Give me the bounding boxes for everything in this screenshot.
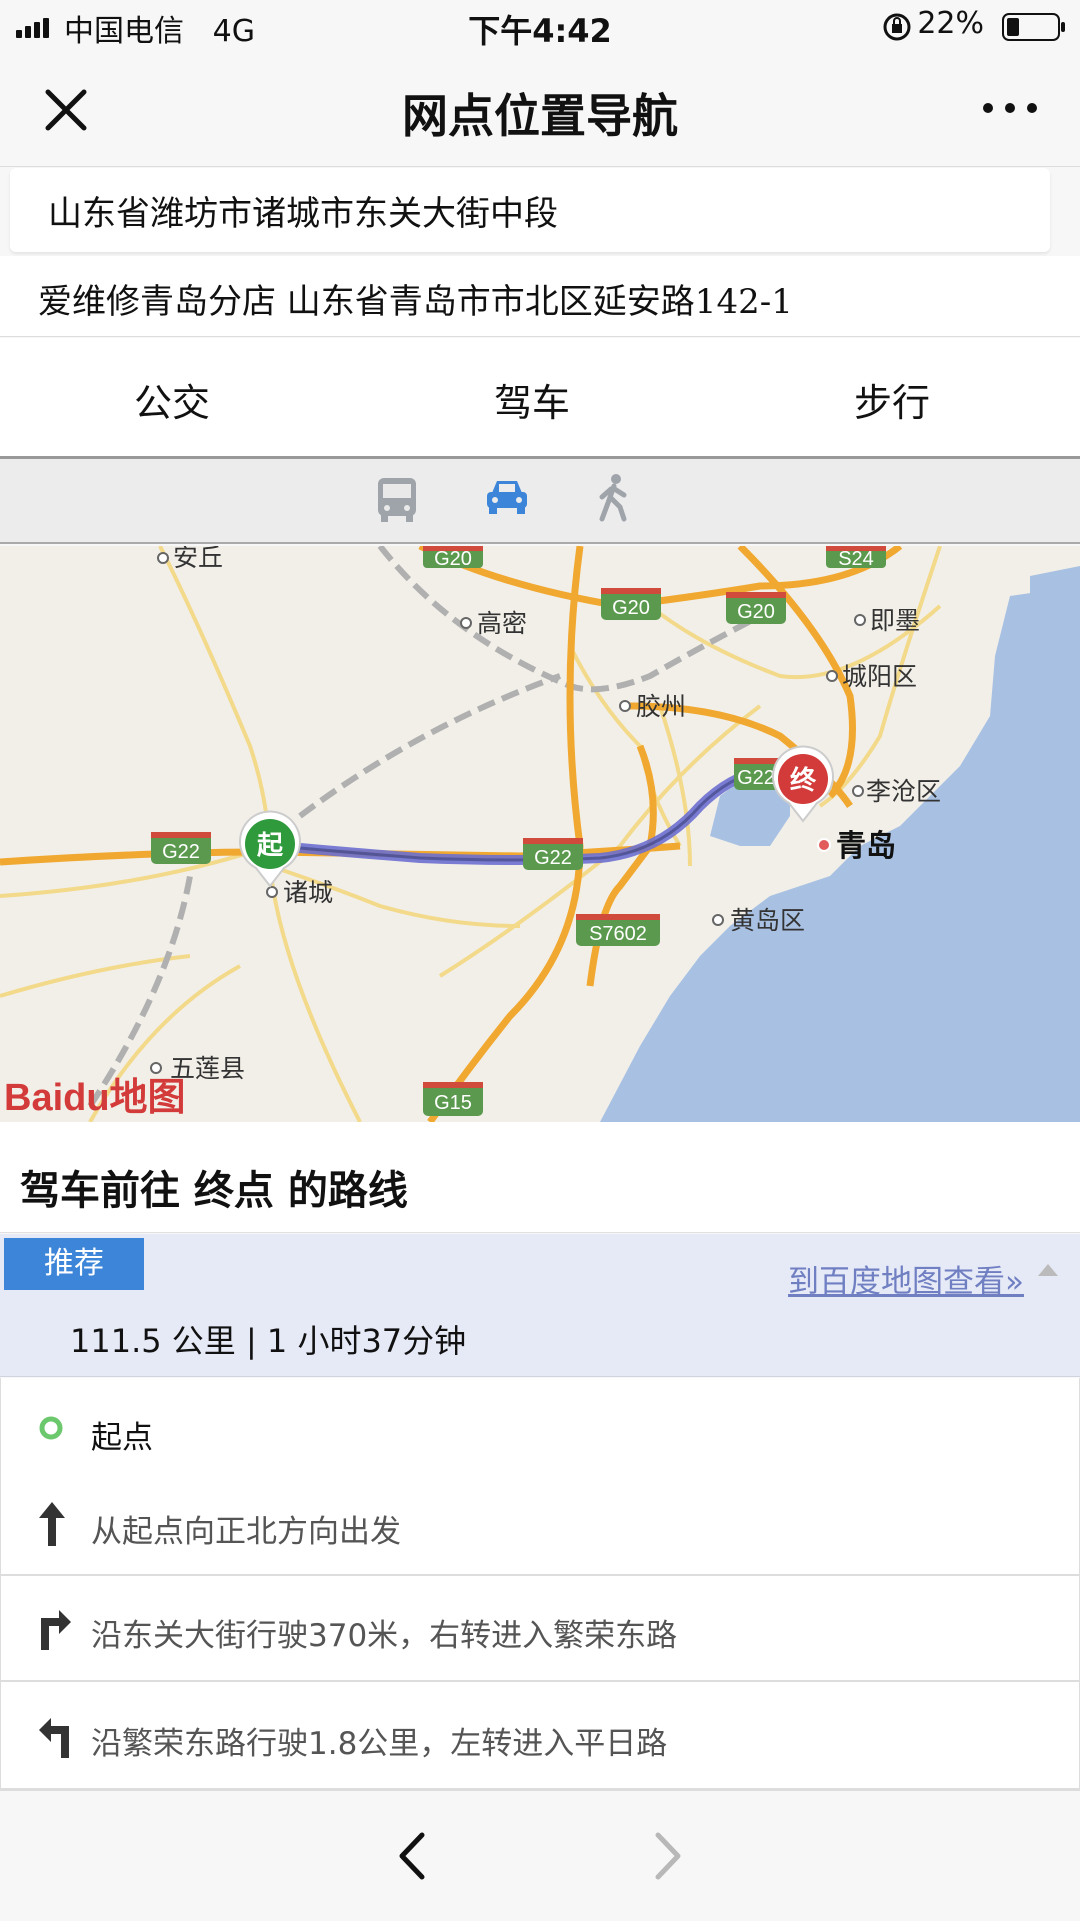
- turn-right-icon: [37, 1606, 73, 1654]
- status-bar: 中国电信 4G 下午4:42 22%: [0, 0, 1080, 52]
- highway-shield: G22: [151, 832, 211, 864]
- route-step[interactable]: 沿东关大街行驶370米，右转进入繁荣东路: [0, 1576, 1080, 1682]
- svg-text:S7602: S7602: [589, 923, 647, 945]
- destination-address-field[interactable]: 爱维修青岛分店 山东省青岛市市北区延安路142-1: [0, 256, 1080, 337]
- mode-icon-bar: [0, 456, 1080, 544]
- place-label: 高密: [460, 609, 527, 638]
- place-label: 安丘: [157, 546, 223, 572]
- svg-text:城阳区: 城阳区: [842, 662, 917, 691]
- highway-shield: S7602: [576, 914, 660, 946]
- place-label: 青岛: [817, 829, 896, 864]
- origin-address-field[interactable]: 山东省潍坊市诸城市东关大街中段: [10, 168, 1050, 252]
- svg-text:终: 终: [790, 765, 817, 796]
- svg-text:诸城: 诸城: [283, 878, 333, 907]
- route-step[interactable]: 起点 从起点向正北方向出发: [0, 1378, 1080, 1576]
- svg-text:G22: G22: [162, 841, 200, 863]
- svg-text:G20: G20: [434, 548, 472, 570]
- svg-text:胶州: 胶州: [636, 692, 686, 721]
- svg-text:G20: G20: [737, 601, 775, 623]
- battery-icon: [1002, 12, 1066, 42]
- svg-text:黄岛区: 黄岛区: [730, 906, 805, 935]
- highway-shield: G22: [523, 838, 583, 870]
- more-icon[interactable]: [980, 82, 1040, 134]
- tab-drive[interactable]: 驾车: [382, 372, 682, 427]
- route-summary[interactable]: 推荐 到百度地图查看» 111.5 公里 | 1 小时37分钟: [0, 1234, 1080, 1377]
- svg-text:李沧区: 李沧区: [866, 777, 941, 806]
- transport-tabs: 公交 驾车 步行: [0, 338, 1080, 456]
- svg-text:G22: G22: [534, 847, 572, 869]
- step-text: 沿东关大街行驶370米，右转进入繁荣东路: [91, 1618, 678, 1654]
- svg-text:G20: G20: [612, 597, 650, 619]
- place-label: 胶州: [619, 692, 686, 721]
- place-label: 即墨: [854, 606, 920, 635]
- svg-text:高密: 高密: [477, 609, 527, 638]
- walk-icon[interactable]: [594, 473, 634, 527]
- step-text: 从起点向正北方向出发: [91, 1514, 401, 1550]
- highway-shield: G20: [423, 546, 483, 570]
- battery-percent: 22%: [917, 6, 984, 41]
- tab-bus[interactable]: 公交: [22, 372, 322, 427]
- svg-text:起: 起: [257, 831, 284, 861]
- step-text: 起点: [91, 1420, 153, 1456]
- baidu-logo: Baidu地图: [4, 1077, 186, 1119]
- highway-shield: G15: [423, 1082, 483, 1116]
- svg-text:Baidu地图: Baidu地图: [4, 1077, 186, 1119]
- route-heading-bar: 驾车前往 终点 的路线: [0, 1122, 1080, 1233]
- bottom-nav: [0, 1790, 1080, 1921]
- collapse-caret-icon[interactable]: [1038, 1264, 1058, 1276]
- title-bar: 网点位置导航: [0, 52, 1080, 167]
- view-in-baidu-link[interactable]: 到百度地图查看»: [788, 1256, 1024, 1301]
- highway-shield: S24: [826, 546, 886, 570]
- destination-address-text: 爱维修青岛分店 山东省青岛市市北区延安路142-1: [38, 282, 793, 322]
- recommended-badge: 推荐: [4, 1238, 144, 1290]
- car-icon[interactable]: [484, 475, 530, 525]
- tab-walk[interactable]: 步行: [742, 372, 1042, 427]
- page-title: 网点位置导航: [402, 89, 678, 143]
- highway-shield: G20: [726, 592, 786, 624]
- route-step[interactable]: 沿繁荣东路行驶1.8公里，左转进入平日路: [0, 1682, 1080, 1790]
- route-map[interactable]: G20 G20 G20 S24 G22 G22 G22 S7602 G15 安丘…: [0, 546, 1080, 1122]
- svg-text:G22: G22: [737, 767, 775, 789]
- svg-text:S24: S24: [838, 548, 874, 570]
- back-arrow-icon[interactable]: [396, 1831, 426, 1885]
- place-label: 李沧区: [852, 777, 941, 806]
- start-circle-icon: [39, 1416, 63, 1444]
- highway-shield: G20: [601, 588, 661, 620]
- turn-left-icon: [37, 1714, 73, 1762]
- forward-arrow-icon[interactable]: [654, 1831, 684, 1885]
- distance-time: 111.5 公里 | 1 小时37分钟: [70, 1322, 467, 1360]
- arrow-up-icon: [39, 1502, 65, 1550]
- svg-text:G15: G15: [434, 1092, 472, 1114]
- origin-address-text: 山东省潍坊市诸城市东关大街中段: [48, 194, 558, 234]
- step-text: 沿繁荣东路行驶1.8公里，左转进入平日路: [91, 1726, 668, 1762]
- svg-text:安丘: 安丘: [173, 546, 223, 572]
- rotation-lock-icon: [882, 12, 912, 42]
- svg-text:青岛: 青岛: [836, 829, 896, 864]
- svg-text:即墨: 即墨: [870, 606, 920, 635]
- bus-icon[interactable]: [374, 475, 420, 529]
- route-heading: 驾车前往 终点 的路线: [20, 1168, 408, 1214]
- map-canvas: G20 G20 G20 S24 G22 G22 G22 S7602 G15 安丘…: [0, 546, 1080, 1122]
